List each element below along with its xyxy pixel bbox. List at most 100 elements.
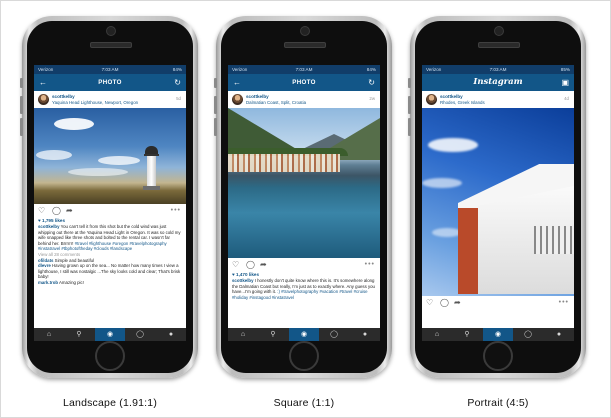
home-button[interactable] bbox=[483, 341, 513, 371]
location-link[interactable]: Rhodes, Greek Islands bbox=[440, 100, 485, 105]
refresh-icon[interactable]: ↻ bbox=[174, 74, 181, 91]
screen: Verizon 7:03 AM 84% ← PHOTO ↻ scottkelby… bbox=[228, 65, 380, 341]
post-age: 5d bbox=[176, 96, 181, 101]
profile-icon[interactable]: ● bbox=[350, 328, 380, 341]
volume-up-button bbox=[408, 96, 411, 114]
camera-icon[interactable]: ◉ bbox=[95, 328, 125, 341]
avatar[interactable] bbox=[426, 94, 437, 105]
volume-up-button bbox=[214, 96, 217, 114]
username[interactable]: scottkelby bbox=[440, 94, 463, 99]
label-square: Square (1:1) bbox=[273, 397, 335, 409]
likes-text: 1,470 likes bbox=[236, 272, 260, 277]
location-link[interactable]: Dalmatian Coast, Split, Croatia bbox=[246, 100, 306, 105]
share-icon[interactable]: ➦ bbox=[66, 204, 73, 217]
home-button[interactable] bbox=[95, 341, 125, 371]
more-icon[interactable]: ••• bbox=[365, 258, 375, 271]
earpiece-speaker bbox=[90, 42, 132, 48]
comment-username[interactable]: dlevre bbox=[38, 263, 51, 268]
battery: 84% bbox=[172, 67, 182, 72]
caption: scottkelby I honestly don't quite know w… bbox=[228, 278, 380, 300]
camera-icon[interactable]: ◉ bbox=[289, 328, 319, 341]
activity-icon[interactable]: ◯ bbox=[513, 328, 543, 341]
post-header: scottkelby Dalmatian Coast, Split, Croat… bbox=[228, 91, 380, 108]
search-icon[interactable]: ⚲ bbox=[452, 328, 482, 341]
share-icon[interactable]: ➦ bbox=[260, 258, 267, 271]
more-icon[interactable]: ••• bbox=[171, 204, 181, 217]
search-icon[interactable]: ⚲ bbox=[64, 328, 94, 341]
comment: mark.trob Amazing pic! bbox=[34, 280, 186, 286]
lighthouse bbox=[147, 154, 156, 188]
cloud bbox=[422, 178, 462, 188]
comment-icon[interactable]: ◯ bbox=[440, 296, 449, 309]
comment: dlevre Having grown up on the sea... No … bbox=[34, 263, 186, 280]
like-icon[interactable]: ♡ bbox=[426, 296, 433, 309]
camera-icon[interactable]: ◉ bbox=[483, 328, 513, 341]
instagram-logo: Instagram bbox=[473, 77, 523, 87]
home-icon[interactable]: ⌂ bbox=[422, 328, 452, 341]
home-icon[interactable]: ⌂ bbox=[34, 328, 64, 341]
tab-bar: ⌂ ⚲ ◉ ◯ ● bbox=[228, 328, 380, 341]
share-icon[interactable]: ➦ bbox=[454, 296, 461, 309]
profile-icon[interactable]: ● bbox=[156, 328, 186, 341]
app-bar: ← PHOTO ↻ bbox=[228, 74, 380, 91]
activity-icon[interactable]: ◯ bbox=[319, 328, 349, 341]
status-bar: Verizon 7:03 AM 84% bbox=[34, 65, 186, 74]
like-count[interactable]: ♥ 1,470 likes bbox=[228, 271, 380, 278]
like-icon[interactable]: ♡ bbox=[38, 204, 45, 217]
profile-icon[interactable]: ● bbox=[544, 328, 574, 341]
location-link[interactable]: Yaquina Head Lighthouse, Newport, Oregon bbox=[52, 100, 138, 105]
caption-username[interactable]: scottkelby bbox=[232, 278, 254, 283]
username[interactable]: scottkelby bbox=[52, 94, 75, 99]
avatar[interactable] bbox=[38, 94, 49, 105]
volume-up-button bbox=[20, 96, 23, 114]
clock: 7:03 AM bbox=[101, 67, 119, 72]
home-button[interactable] bbox=[289, 341, 319, 371]
volume-down-button bbox=[20, 118, 23, 136]
cloud bbox=[68, 168, 128, 176]
phone-portrait: Verizon 7:03 AM 85% Instagram ▣ scottkel… bbox=[408, 16, 586, 378]
post-header: scottkelby Rhodes, Greek Islands 4d bbox=[422, 91, 574, 108]
comment-text: Having grown up on the sea... No matter … bbox=[38, 263, 181, 280]
lighthouse-base bbox=[143, 186, 160, 190]
label-portrait: Portrait (4:5) bbox=[467, 397, 529, 409]
search-icon[interactable]: ⚲ bbox=[258, 328, 288, 341]
cloud bbox=[428, 138, 478, 152]
earpiece-speaker bbox=[478, 42, 520, 48]
app-bar: Instagram ▣ bbox=[422, 74, 574, 91]
comment-icon[interactable]: ◯ bbox=[246, 258, 255, 271]
comment-text: Amazing pic! bbox=[59, 279, 84, 285]
building-shadow-wall bbox=[458, 208, 478, 294]
like-icon[interactable]: ♡ bbox=[232, 258, 239, 271]
coastal-town bbox=[228, 154, 340, 172]
username[interactable]: scottkelby bbox=[246, 94, 269, 99]
comment-icon[interactable]: ◯ bbox=[52, 204, 61, 217]
home-icon[interactable]: ⌂ bbox=[228, 328, 258, 341]
caption-username[interactable]: scottkelby bbox=[38, 224, 60, 229]
post-photo[interactable] bbox=[34, 108, 186, 204]
inbox-icon[interactable]: ▣ bbox=[561, 74, 569, 91]
tab-bar: ⌂ ⚲ ◉ ◯ ● bbox=[34, 328, 186, 341]
front-camera bbox=[494, 26, 504, 36]
battery: 84% bbox=[366, 67, 376, 72]
activity-icon[interactable]: ◯ bbox=[125, 328, 155, 341]
refresh-icon[interactable]: ↻ bbox=[368, 74, 375, 91]
post-header: scottkelby Yaquina Head Lighthouse, Newp… bbox=[34, 91, 186, 108]
post-photo[interactable] bbox=[228, 108, 380, 258]
avatar[interactable] bbox=[232, 94, 243, 105]
tab-bar: ⌂ ⚲ ◉ ◯ ● bbox=[422, 328, 574, 341]
comment-username[interactable]: ofildats bbox=[38, 258, 53, 263]
volume-down-button bbox=[214, 118, 217, 136]
like-count[interactable]: ♥ 1,795 likes bbox=[34, 217, 186, 224]
status-bar: Verizon 7:03 AM 85% bbox=[422, 65, 574, 74]
more-icon[interactable]: ••• bbox=[559, 296, 569, 309]
post-age: 2w bbox=[369, 96, 375, 101]
battery: 85% bbox=[560, 67, 570, 72]
post-photo[interactable] bbox=[422, 108, 574, 296]
mute-switch bbox=[408, 78, 411, 88]
cloud bbox=[36, 150, 72, 160]
comment-username[interactable]: mark.trob bbox=[38, 280, 58, 285]
front-camera bbox=[300, 26, 310, 36]
status-bar: Verizon 7:03 AM 84% bbox=[228, 65, 380, 74]
page-title: PHOTO bbox=[292, 79, 316, 86]
cloud bbox=[54, 118, 94, 130]
